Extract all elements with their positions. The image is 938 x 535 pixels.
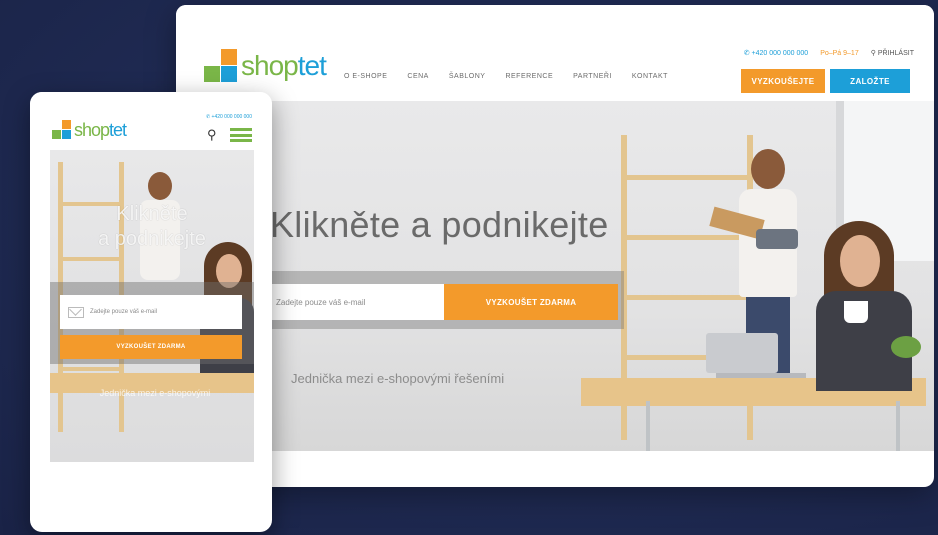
mail-icon (68, 306, 84, 318)
mobile-phone-link[interactable]: ✆ +420 000 000 000 (206, 114, 252, 120)
nav-item-partners[interactable]: PARTNEŘI (573, 73, 612, 80)
hero-headline: Klikněte a podnikejte (98, 203, 206, 250)
search-icon[interactable]: ⚲ (207, 128, 217, 141)
nav-item-templates[interactable]: ŠABLONY (449, 73, 486, 80)
phone-icon: ✆ (743, 50, 752, 57)
nav-item-contact[interactable]: KONTAKT (632, 73, 668, 80)
hero-headline: Klikněte a podnikejte (270, 204, 609, 245)
try-free-button[interactable]: VYZKOUŠET ZDARMA (60, 335, 242, 359)
email-input[interactable]: Zadejte pouze váš e-mail (272, 284, 444, 320)
mobile-screenshot: shoptet ✆ +420 000 000 000 ⚲ Klikněte a … (30, 92, 272, 532)
hero-tagline: Jednička mezi e-shopovými (99, 388, 211, 398)
signup-button[interactable]: ZALOŽTE (830, 69, 910, 93)
hero-folded-shirts (756, 229, 798, 249)
hero-plant (891, 336, 921, 358)
email-input[interactable]: Zadejte pouze váš e-mail (60, 295, 242, 329)
hero-tagline: Jednička mezi e-shopovými řešeními (291, 371, 505, 386)
desktop-logo[interactable]: shoptet (204, 49, 327, 83)
login-link[interactable]: ⚲ PŘIHLÁSIT (871, 49, 914, 57)
desktop-top-info: ✆ +420 000 000 000 Po–Pá 9–17 ⚲ PŘIHLÁSI… (744, 49, 914, 58)
phone-link[interactable]: ✆ +420 000 000 000 (744, 49, 808, 57)
logo-text: shoptet (74, 120, 127, 140)
nav-item-price[interactable]: CENA (407, 73, 428, 80)
opening-hours: Po–Pá 9–17 (820, 49, 859, 57)
mobile-logo[interactable]: shoptet (52, 120, 127, 140)
desktop-screenshot: shoptet O E-SHOPE CENA ŠABLONY REFERENCE… (176, 5, 934, 487)
hero-cup (844, 301, 868, 323)
logo-text: shoptet (241, 50, 327, 81)
desktop-hero: Klikněte a podnikejte Zadejte pouze váš … (176, 101, 934, 451)
hero-laptop (706, 333, 778, 373)
nav-item-references[interactable]: REFERENCE (505, 73, 553, 80)
nav-item-about[interactable]: O E-SHOPE (344, 73, 387, 80)
user-icon: ⚲ (870, 50, 878, 57)
shoptet-logo-icon (204, 49, 238, 83)
desktop-nav: O E-SHOPE CENA ŠABLONY REFERENCE PARTNEŘ… (344, 73, 668, 80)
shoptet-logo-icon (52, 120, 72, 140)
desktop-header: shoptet O E-SHOPE CENA ŠABLONY REFERENCE… (176, 5, 934, 101)
try-free-button[interactable]: VYZKOUŠET ZDARMA (444, 284, 618, 320)
try-button[interactable]: VYZKOUŠEJTE (741, 69, 825, 93)
hamburger-menu-icon[interactable] (230, 128, 252, 142)
mobile-header: shoptet ✆ +420 000 000 000 ⚲ (30, 92, 272, 150)
